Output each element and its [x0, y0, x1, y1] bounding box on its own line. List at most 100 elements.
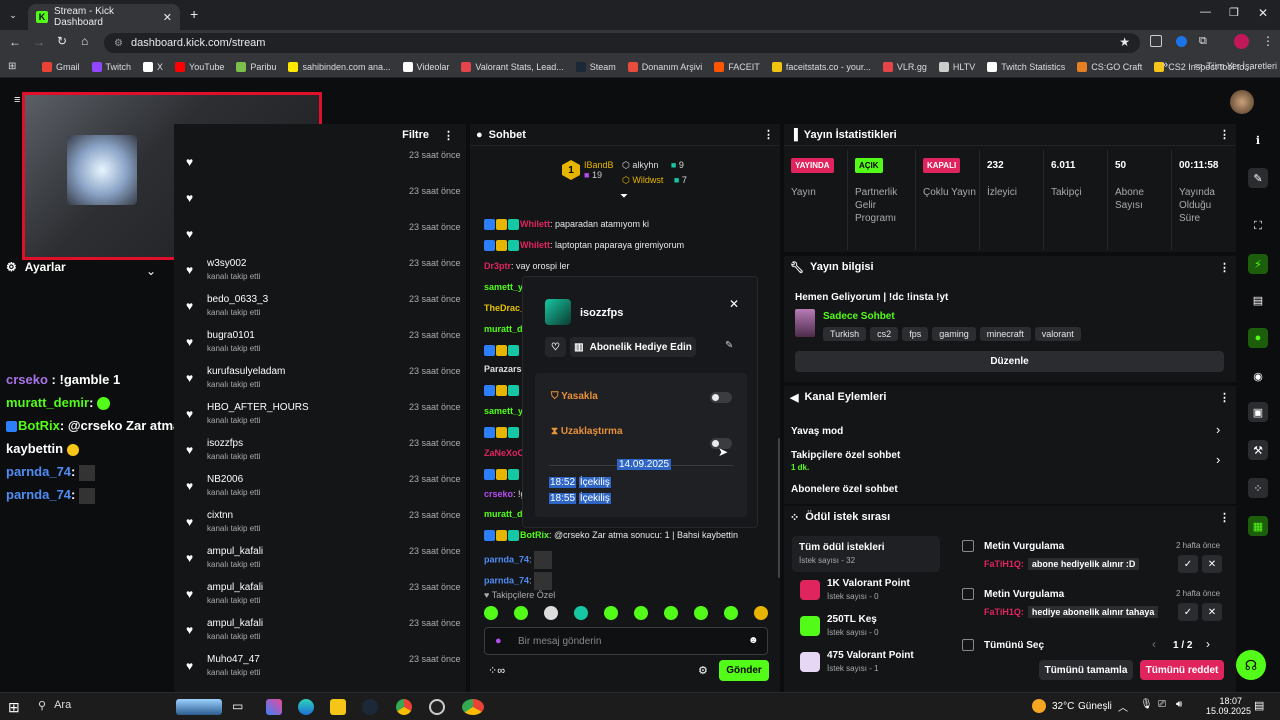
follower-row[interactable]: ♥ isozzfps kanalı takip etti 23 saat önce: [174, 436, 464, 472]
emote-icon[interactable]: [544, 606, 558, 620]
reward-item[interactable]: 475 Valorant Point İstek sayısı - 1: [792, 648, 942, 682]
reward-item[interactable]: 250TL Keş İstek sayısı - 0: [792, 612, 942, 646]
follower-row[interactable]: ♥ NB2006 kanalı takip etti 23 saat önce: [174, 472, 464, 508]
reject-x-icon[interactable]: ✕: [1202, 555, 1222, 573]
bookmark-item[interactable]: FACEIT: [708, 61, 766, 72]
windows-start-icon[interactable]: ⊞: [8, 699, 24, 715]
stream-category[interactable]: Sadece Sohbet: [823, 311, 895, 322]
clapperboard-icon[interactable]: ▦: [1248, 516, 1268, 536]
chat-username[interactable]: muratt_de: [484, 509, 528, 519]
browser-menu-icon[interactable]: ⋮: [1262, 34, 1274, 48]
bookmark-item[interactable]: VLR.gg: [877, 61, 933, 72]
mic-tray-icon[interactable]: 🎙︎: [1140, 699, 1153, 710]
chat-username[interactable]: parnda_74: [484, 575, 529, 585]
send-button[interactable]: Gönder: [719, 660, 769, 681]
volume-icon[interactable]: 🔊︎: [1176, 699, 1182, 710]
follower-row[interactable]: ♥ bugra0101 kanalı takip etti 23 saat önce: [174, 328, 464, 364]
reject-x-icon[interactable]: ✕: [1202, 603, 1222, 621]
follower-row[interactable]: ♥ ampul_kafali kanalı takip etti 23 saat ön…: [174, 580, 464, 616]
bookmark-item[interactable]: Paribu: [230, 61, 282, 72]
leader-1[interactable]: IBandB ■ 19: [584, 160, 614, 180]
chat-username[interactable]: Dr3ptr: [484, 261, 511, 271]
follower-row[interactable]: ♥ bedo_0633_3 kanalı takip etti 23 saat önc…: [174, 292, 464, 328]
chevron-down-icon[interactable]: ⌄: [146, 264, 156, 278]
info-menu-icon[interactable]: ⋮: [1219, 261, 1230, 274]
forward-icon[interactable]: →: [33, 35, 45, 49]
obs-icon[interactable]: [429, 699, 445, 715]
document-icon[interactable]: ▤: [1248, 290, 1268, 310]
broadcast-icon[interactable]: ◉: [1248, 366, 1268, 386]
actions-menu-icon[interactable]: ⋮: [1219, 391, 1230, 404]
bookmark-item[interactable]: HLTV: [933, 61, 981, 72]
all-bookmarks[interactable]: ▭ Tüm Yer İşaretleri: [1188, 60, 1280, 71]
stream-tag[interactable]: minecraft: [979, 327, 1031, 341]
follower-row[interactable]: ♥ ampul_kafali kanalı takip etti 23 saat ön…: [174, 616, 464, 652]
new-tab-icon[interactable]: +: [190, 6, 198, 22]
bookmark-item[interactable]: YouTube: [169, 61, 230, 72]
browser-tab[interactable]: K Stream - Kick Dashboard ✕: [28, 4, 180, 30]
tab-close-icon[interactable]: ✕: [163, 11, 172, 24]
reload-icon[interactable]: ↻: [57, 34, 67, 48]
slow-mode-chevron-icon[interactable]: ›: [1216, 422, 1220, 437]
bookmark-item[interactable]: Gmail: [36, 61, 86, 72]
follower-row[interactable]: ♥ Muho47_47 kanalı takip etti 23 saat önce: [174, 652, 464, 688]
chat-settings-icon[interactable]: ⚙: [698, 664, 708, 677]
chat-username[interactable]: samett_yi: [484, 282, 526, 292]
bookmark-star-icon[interactable]: ★: [1119, 35, 1130, 49]
stream-tag[interactable]: Turkish: [823, 327, 867, 341]
bookmark-item[interactable]: Twitch: [86, 61, 138, 72]
gift-sub-button[interactable]: ▥ Abonelik Hediye Edin: [570, 337, 696, 357]
close-window-icon[interactable]: ✕: [1258, 6, 1268, 20]
chat-username[interactable]: TheDrac_: [484, 303, 525, 313]
steam-icon[interactable]: [362, 699, 378, 715]
collapse-leaders-icon[interactable]: ⏷: [620, 191, 628, 202]
apps-grid-icon[interactable]: ⊞: [8, 61, 16, 72]
mic-icon[interactable]: ●: [495, 635, 502, 647]
follower-row[interactable]: ♥ 23 saat önce: [174, 220, 464, 256]
edit-user-icon[interactable]: ✎: [725, 340, 733, 351]
chat-username[interactable]: Whilett: [520, 240, 550, 250]
chat-username[interactable]: ZaNeXoC: [484, 448, 524, 458]
approve-check-icon[interactable]: ✓: [1178, 603, 1198, 621]
bookmark-item[interactable]: CS:GO Craft: [1071, 61, 1148, 72]
stream-tag[interactable]: gaming: [932, 327, 976, 341]
chat-menu-icon[interactable]: ⋮: [763, 128, 774, 141]
emote-icon[interactable]: [484, 606, 498, 620]
chat-scrollbar[interactable]: [778, 438, 780, 578]
clock[interactable]: 18:07 15.09.2025: [1206, 696, 1251, 716]
stream-tag[interactable]: cs2: [870, 327, 899, 341]
maximize-icon[interactable]: ❐: [1229, 6, 1239, 19]
select-all-checkbox[interactable]: [962, 639, 974, 651]
support-headset-icon[interactable]: ☊: [1236, 650, 1266, 680]
chat-username[interactable]: muratt_de: [484, 324, 528, 334]
chat-username[interactable]: parnda_74: [484, 554, 529, 564]
bookmark-item[interactable]: Valorant Stats, Lead...: [455, 61, 569, 72]
rewards-menu-icon[interactable]: ⋮: [1219, 511, 1230, 524]
next-page-icon[interactable]: ›: [1206, 637, 1210, 651]
follower-row[interactable]: ♥ kurufasulyeladam kanalı takip etti 23 saa…: [174, 364, 464, 400]
network-icon[interactable]: ⎚: [1158, 699, 1166, 710]
request-checkbox[interactable]: [962, 588, 974, 600]
emote-icon[interactable]: [604, 606, 618, 620]
back-icon[interactable]: ←: [9, 35, 21, 49]
stats-menu-icon[interactable]: ⋮: [1219, 128, 1230, 141]
approve-check-icon[interactable]: ✓: [1178, 555, 1198, 573]
follower-row[interactable]: ♥ cixtnn kanalı takip etti 23 saat önce: [174, 508, 464, 544]
widget-thumbnail[interactable]: [176, 699, 222, 715]
reward-item[interactable]: 1K Valorant Point İstek sayısı - 0: [792, 576, 942, 610]
emote-icon[interactable]: [634, 606, 648, 620]
followers-menu-icon[interactable]: ⋮: [443, 129, 454, 142]
tab-search-icon[interactable]: ⌄: [6, 8, 20, 22]
wrench-icon[interactable]: ⚒: [1248, 440, 1268, 460]
chat-input[interactable]: ● Bir mesaj gönderin ☻: [484, 627, 768, 655]
slow-mode-label[interactable]: Yavaş mod: [791, 426, 843, 437]
emote-icon[interactable]: [664, 606, 678, 620]
url-bar[interactable]: ⚙ dashboard.kick.com/stream ★: [104, 33, 1140, 53]
follower-row[interactable]: ♥ 23 saat önce: [174, 184, 464, 220]
minimize-icon[interactable]: —: [1200, 6, 1211, 18]
emote-icon[interactable]: [754, 606, 768, 620]
edit-stream-button[interactable]: Düzenle: [795, 351, 1224, 372]
layers-icon[interactable]: ▣: [1248, 402, 1268, 422]
vpn-extension-icon[interactable]: [1176, 36, 1187, 47]
bookmark-item[interactable]: faceitstats.co - your...: [766, 61, 877, 72]
